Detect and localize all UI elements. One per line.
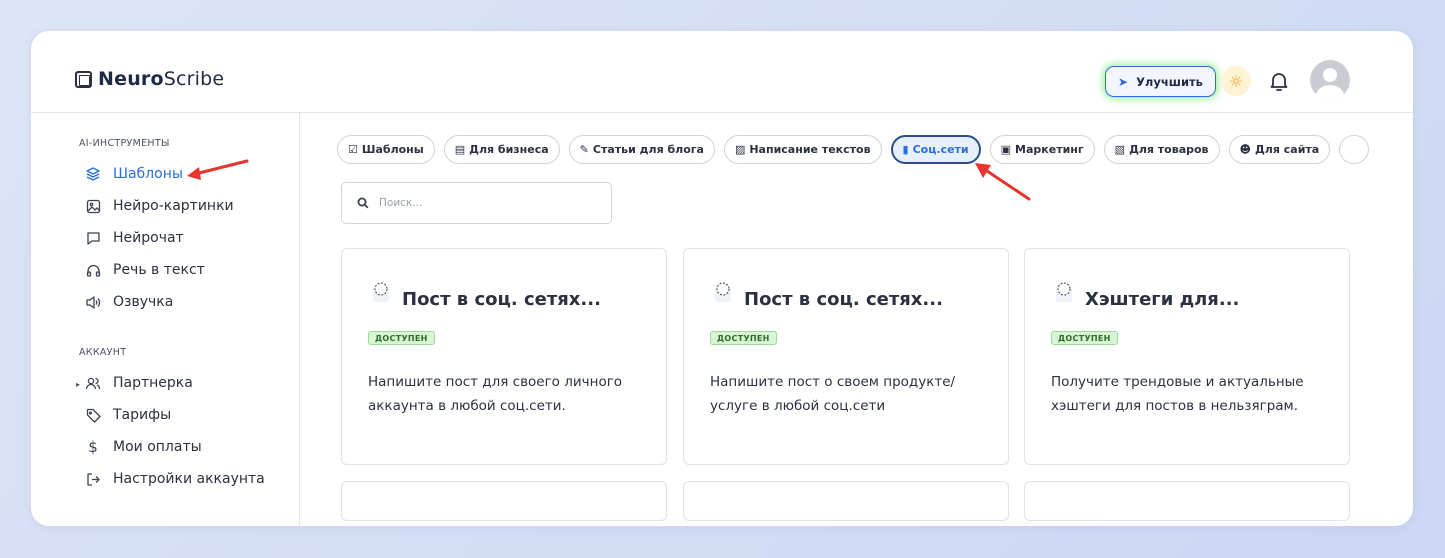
chip-blog-articles[interactable]: ✎ Статьи для блога [568, 135, 715, 164]
sidebar-item-label: Настройки аккаунта [113, 471, 265, 487]
chat-icon [85, 230, 101, 246]
template-card-partial[interactable] [341, 481, 667, 521]
card-title: Хэштеги для... [1085, 289, 1240, 310]
template-card[interactable]: Пост в соц. сетях... ДОСТУПЕН Напишите п… [341, 248, 667, 465]
user-avatar[interactable] [1310, 60, 1350, 100]
annotation-arrow [975, 163, 1031, 201]
dollar-icon: $ [88, 438, 98, 456]
books-icon: ▨ [734, 143, 746, 156]
category-chips-scroller[interactable]: ☑ Шаблоны ▤ Для бизнеса ✎ Статьи для блога … [331, 126, 1389, 172]
chip-business[interactable]: ▤ Для бизнеса [443, 135, 560, 164]
logo-icon [75, 70, 92, 88]
status-badge: ДОСТУПЕН [368, 331, 435, 345]
card-description: Получите трендовые и актуальные хэштеги … [1051, 374, 1304, 414]
upgrade-label: Улучшить [1136, 74, 1203, 89]
chip-templates[interactable]: ☑ Шаблоны [337, 135, 435, 164]
laptop-icon: ▣ [1000, 143, 1012, 156]
search-placeholder: Поиск... [379, 197, 423, 209]
chip-website[interactable]: ☻ Для сайта [1228, 135, 1331, 164]
template-card-partial[interactable] [683, 481, 1009, 521]
section-title-tools: AI-ИНСТРУМЕНТЫ [79, 138, 170, 149]
layers-icon [85, 166, 101, 182]
sidebar-item-label: Шаблоны [113, 166, 183, 182]
sidebar-item-label: Партнерка [113, 375, 193, 391]
headphones-icon [85, 262, 101, 278]
tag-icon [85, 407, 101, 423]
sidebar-item-neurochat[interactable]: Нейрочат [85, 230, 184, 246]
speech-bubble-icon [373, 282, 389, 302]
logout-icon [85, 471, 101, 487]
document-icon: ▤ [454, 143, 466, 156]
chip-products[interactable]: ▧ Для товаров [1103, 135, 1220, 164]
status-badge: ДОСТУПЕН [1051, 331, 1118, 345]
memo-icon: ✎ [579, 143, 589, 156]
sidebar-item-account-settings[interactable]: Настройки аккаунта [85, 471, 265, 487]
sidebar-item-speech-to-text[interactable]: Речь в текст [85, 262, 205, 278]
sidebar-item-label: Нейро-картинки [113, 198, 234, 214]
sidebar-item-partners[interactable]: Партнерка [85, 375, 193, 391]
chip-social-networks[interactable]: ▮ Соц.сети [890, 135, 981, 164]
rocket-icon: ➤ [1118, 74, 1129, 89]
search-icon [357, 197, 369, 209]
theme-toggle-button[interactable]: ☼ [1221, 66, 1251, 96]
sidebar-item-label: Тарифы [113, 407, 172, 423]
category-chips: ☑ Шаблоны ▤ Для бизнеса ✎ Статьи для блога … [337, 135, 1370, 164]
speech-bubble-icon [715, 282, 731, 302]
search-input[interactable]: Поиск... [341, 182, 612, 224]
app-window: NeuroScribe ➤ Улучшить ☼ AI-ИНСТРУМЕНТЫ … [31, 31, 1413, 526]
section-title-account: АККАУНТ [79, 347, 127, 358]
robot-icon: ☻ [1239, 143, 1251, 156]
top-header: NeuroScribe ➤ Улучшить ☼ [31, 31, 1413, 113]
upgrade-button[interactable]: ➤ Улучшить [1105, 66, 1216, 97]
sidebar: AI-ИНСТРУМЕНТЫ Шаблоны Нейро-картинки Не… [31, 113, 300, 526]
annotation-arrow [187, 159, 249, 180]
sidebar-item-label: Нейрочат [113, 230, 184, 246]
sidebar-item-label: Речь в текст [113, 262, 205, 278]
card-description: Напишите пост для своего личного аккаунт… [368, 374, 623, 414]
expand-arrow-icon[interactable]: ▸ [76, 380, 80, 389]
logo[interactable]: NeuroScribe [75, 68, 224, 90]
logo-text-bold: Neuro [98, 68, 164, 90]
chip-more[interactable] [1339, 135, 1370, 164]
image-icon [85, 198, 101, 214]
sidebar-item-payments[interactable]: $ Мои оплаты [85, 438, 202, 456]
card-title: Пост в соц. сетях... [744, 289, 943, 310]
sidebar-item-neuro-images[interactable]: Нейро-картинки [85, 198, 234, 214]
status-badge: ДОСТУПЕН [710, 331, 777, 345]
users-icon [85, 375, 101, 391]
speaker-icon [85, 294, 101, 310]
sidebar-item-tariffs[interactable]: Тарифы [85, 407, 171, 423]
checkbox-icon: ☑ [348, 143, 358, 156]
chip-text-writing[interactable]: ▨ Написание текстов [723, 135, 882, 164]
bell-icon [1270, 73, 1288, 91]
template-card[interactable]: Хэштеги для... ДОСТУПЕН Получите трендов… [1024, 248, 1350, 465]
speech-bubble-icon [1056, 282, 1072, 302]
notifications-button[interactable] [1267, 69, 1291, 93]
sidebar-item-voiceover[interactable]: Озвучка [85, 294, 173, 310]
logo-text-rest: Scribe [163, 68, 225, 90]
card-title: Пост в соц. сетях... [402, 289, 601, 310]
ledger-icon: ▧ [1114, 143, 1126, 156]
sidebar-item-label: Мои оплаты [113, 439, 202, 455]
template-card[interactable]: Пост в соц. сетях... ДОСТУПЕН Напишите п… [683, 248, 1009, 465]
sidebar-item-templates[interactable]: Шаблоны [85, 166, 183, 182]
template-card-partial[interactable] [1024, 481, 1350, 521]
phone-icon: ▮ [902, 143, 909, 156]
sun-icon: ☼ [1228, 71, 1244, 91]
sidebar-item-label: Озвучка [113, 294, 174, 310]
card-description: Напишите пост о своем продукте/услуге в … [710, 374, 956, 414]
